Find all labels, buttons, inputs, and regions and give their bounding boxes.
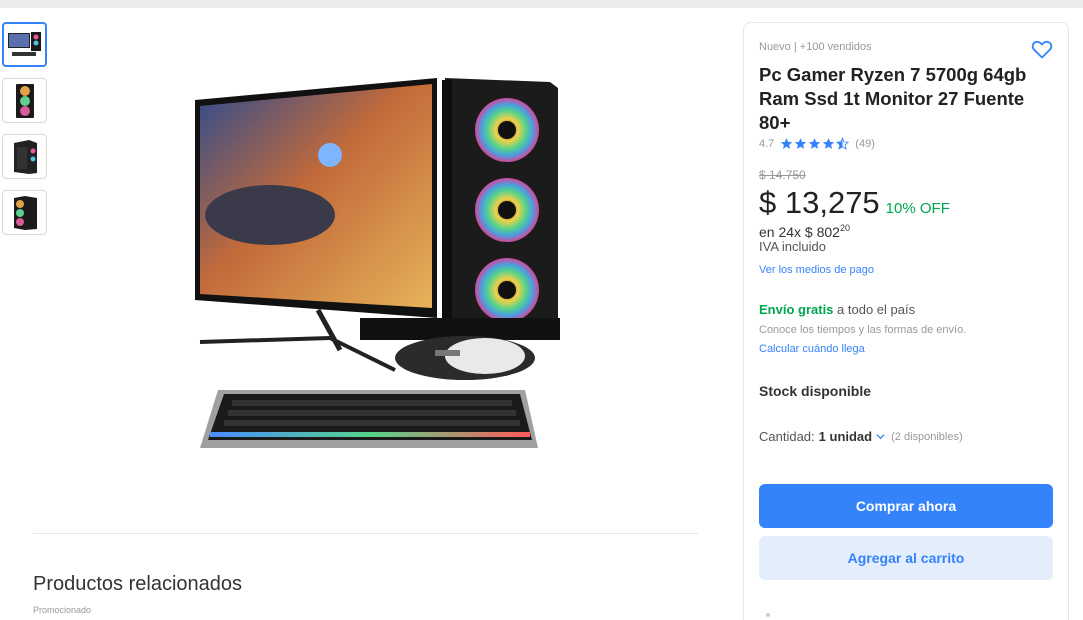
case-front-thumbnail-icon [15,83,34,118]
discount-badge: 10% OFF [885,200,950,217]
star-icon [823,138,835,149]
star-icon [781,138,793,149]
rating-stars [780,137,850,150]
installments-cents: 20 [839,223,850,233]
star-icon [809,138,821,149]
stock-status: Stock disponible [759,383,872,399]
promoted-label: Promocionado [33,605,92,615]
chevron-down-icon[interactable] [876,432,885,441]
keyboard-illustration [200,390,538,448]
half-star-icon [836,137,850,150]
quantity-selector[interactable]: Cantidad: 1 unidad (2 disponibles) [759,429,963,444]
case-side-thumbnail-icon [13,139,37,174]
quantity-label: Cantidad: [759,429,815,444]
thumbnail-case-front[interactable] [2,78,47,123]
section-divider [33,533,698,534]
payment-methods-link[interactable]: Ver los medios de pago [759,264,874,276]
shipping-info: Envío gratis a todo el país [759,302,915,317]
tax-included-label: IVA incluido [759,239,826,254]
rating-summary[interactable]: 4.7 (49) [759,137,875,150]
installments-text: en 24x $ 802 [759,224,840,240]
shipping-note: Conoce los tiempos y las formas de envío… [759,324,967,336]
thumbnail-case-angle[interactable] [2,190,47,235]
related-products-title: Productos relacionados [33,573,243,595]
add-to-cart-button[interactable]: Agregar al carrito [759,536,1053,580]
top-bar [0,0,1083,8]
quantity-value[interactable]: 1 unidad [819,429,872,444]
buy-box: Nuevo | +100 vendidos Pc Gamer Ryzen 7 5… [743,22,1069,620]
original-price: $ 14.750 [759,168,806,182]
rating-count: (49) [855,137,875,150]
shipping-scope: a todo el país [833,302,916,317]
calculate-delivery-link[interactable]: Calcular cuándo llega [759,343,865,355]
buy-now-button[interactable]: Comprar ahora [759,484,1053,528]
free-shipping-label: Envío gratis [759,302,834,317]
thumbnail-pc-set[interactable] [2,22,47,67]
pc-set-thumbnail-icon [7,31,41,56]
installments: en 24x $ 80220 [759,223,850,240]
thumbnail-case-side[interactable] [2,134,47,179]
heart-icon[interactable] [1030,37,1054,61]
condition-sales-label: Nuevo | +100 vendidos [759,41,872,53]
thumbnail-gallery [2,22,48,246]
price-row: $ 13,275 10% OFF [759,185,950,221]
bottom-indicator [766,613,770,617]
product-title: Pc Gamer Ryzen 7 5700g 64gb Ram Ssd 1t M… [759,64,1027,133]
product-main-image[interactable] [180,60,580,460]
star-icon [795,138,807,149]
case-angle-thumbnail-icon [13,195,37,230]
rating-score: 4.7 [759,137,775,150]
quantity-available: (2 disponibles) [891,430,963,443]
current-price: $ 13,275 [759,185,880,220]
mouse-illustration [395,336,535,380]
